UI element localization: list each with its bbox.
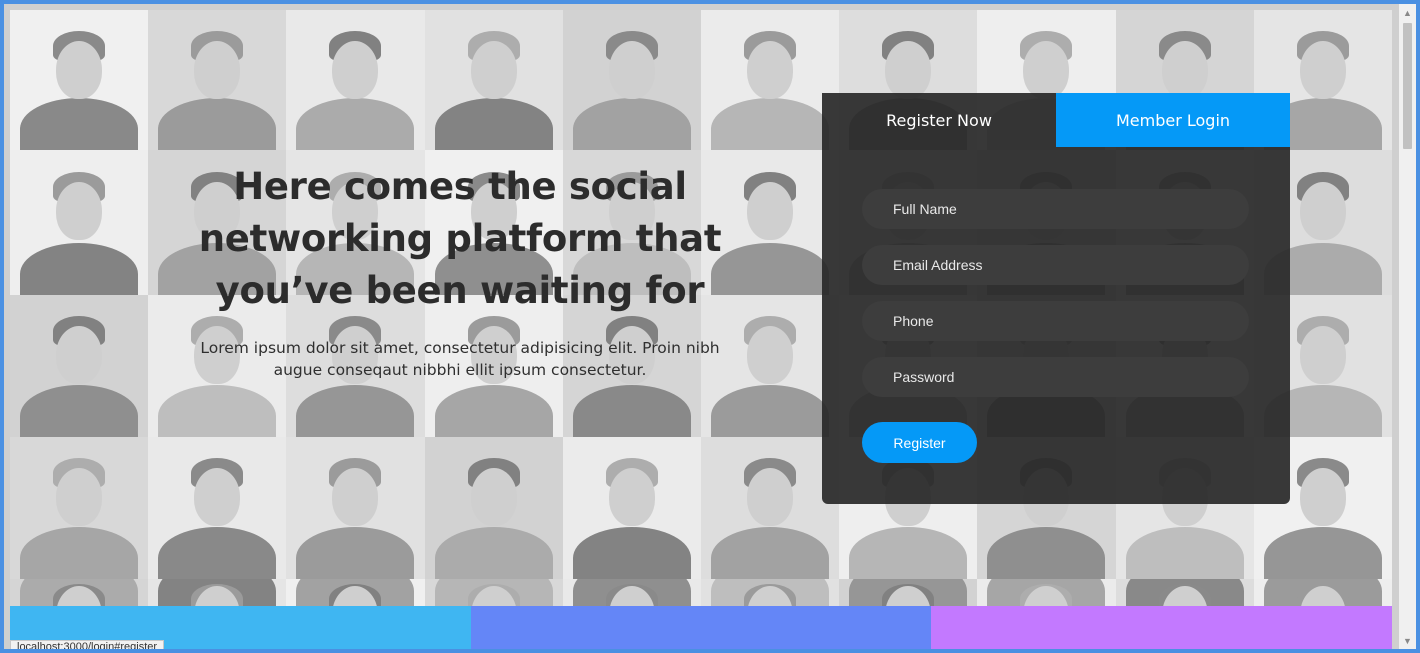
full-name-field[interactable] bbox=[862, 189, 1249, 229]
hero-section: Here comes the social networking platfor… bbox=[180, 161, 740, 381]
auth-tabs: Register Now Member Login bbox=[822, 93, 1290, 147]
scroll-up-arrow-icon[interactable]: ▲ bbox=[1399, 4, 1416, 21]
status-bar-url: localhost:3000/login#register bbox=[10, 640, 165, 649]
vertical-scrollbar[interactable]: ▲ ▼ bbox=[1399, 4, 1416, 649]
browser-viewport: Here comes the social networking platfor… bbox=[4, 4, 1416, 649]
auth-panel: Register Now Member Login Register bbox=[822, 93, 1290, 504]
hero-subtitle: Lorem ipsum dolor sit amet, consectetur … bbox=[200, 339, 720, 379]
bottom-bar-segment-purple bbox=[931, 606, 1393, 649]
tab-member-login[interactable]: Member Login bbox=[1056, 93, 1290, 147]
tab-register-now[interactable]: Register Now bbox=[822, 93, 1056, 147]
register-button[interactable]: Register bbox=[862, 422, 977, 463]
bottom-color-bar bbox=[10, 606, 1393, 649]
bottom-bar-segment-indigo bbox=[470, 606, 932, 649]
password-field[interactable] bbox=[862, 357, 1249, 397]
phone-field[interactable] bbox=[862, 301, 1249, 341]
scrollbar-thumb[interactable] bbox=[1403, 23, 1412, 149]
scroll-down-arrow-icon[interactable]: ▼ bbox=[1399, 632, 1416, 649]
register-form: Register bbox=[822, 147, 1290, 463]
hero-title: Here comes the social networking platfor… bbox=[198, 165, 722, 312]
email-field[interactable] bbox=[862, 245, 1249, 285]
